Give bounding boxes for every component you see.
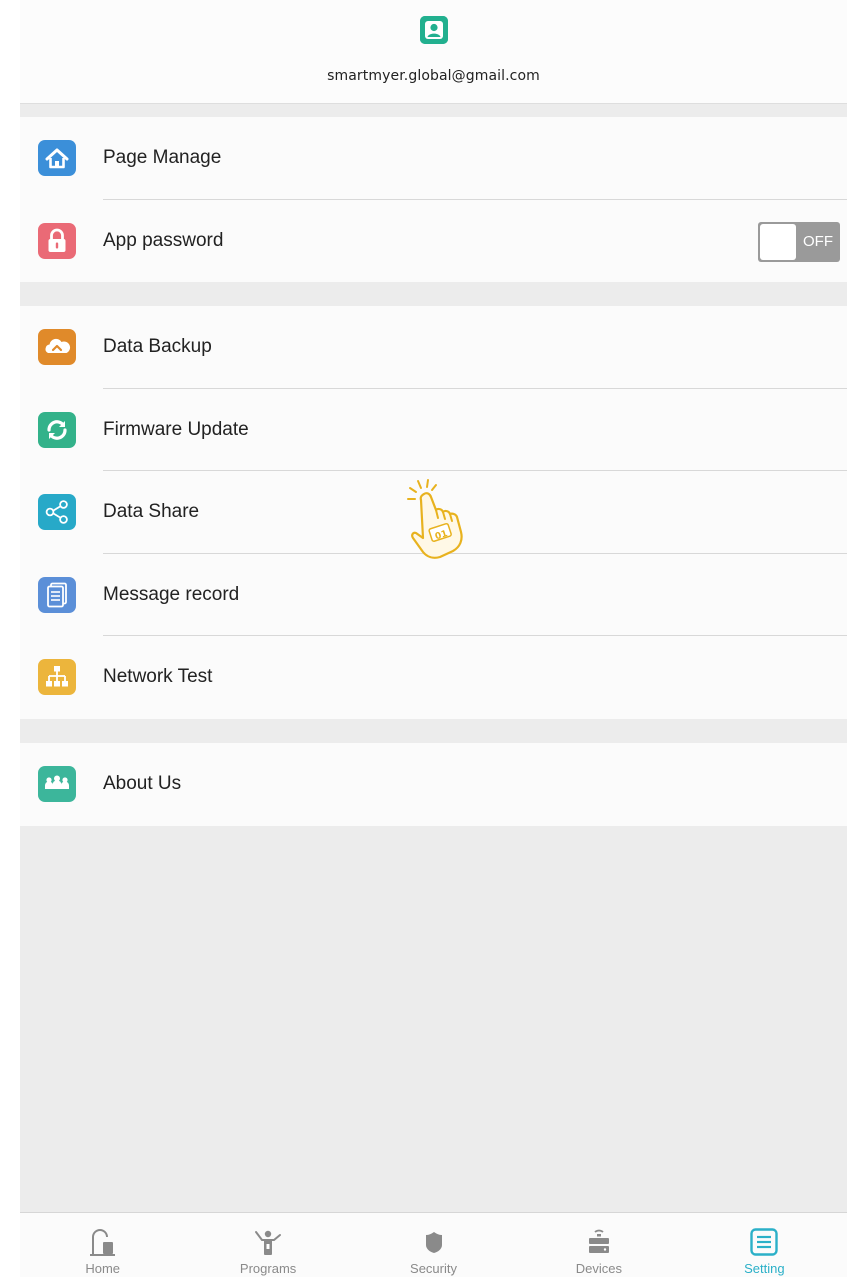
menu-item-firmware-update[interactable]: Firmware Update <box>20 389 847 471</box>
menu-item-about-us[interactable]: About Us <box>20 743 847 826</box>
menu-item-page-manage[interactable]: Page Manage <box>20 117 847 200</box>
nav-tab-programs[interactable]: Programs <box>185 1213 350 1277</box>
menu-item-label: Message record <box>103 583 240 605</box>
app-password-toggle[interactable]: OFF <box>758 221 840 262</box>
home-icon <box>38 140 76 176</box>
cloud-backup-icon <box>38 329 76 365</box>
bottom-nav: Home Programs Security Devices Setting <box>20 1212 847 1277</box>
security-shield-icon <box>419 1227 449 1257</box>
document-icon <box>38 576 76 613</box>
menu-item-network-test[interactable]: Network Test <box>20 636 847 719</box>
user-avatar-icon[interactable] <box>420 16 448 44</box>
menu-item-label: Data Backup <box>103 336 212 357</box>
nav-tab-home[interactable]: Home <box>20 1213 185 1277</box>
devices-icon <box>584 1227 614 1257</box>
refresh-icon <box>38 411 76 448</box>
team-icon <box>38 766 76 802</box>
nav-tab-setting[interactable]: Setting <box>682 1213 847 1277</box>
toggle-state-label: OFF <box>803 232 833 250</box>
nav-label: Programs <box>239 1261 297 1276</box>
settings-group-general: Page Manage App password OFF <box>20 117 847 282</box>
menu-item-label: About Us <box>103 773 182 794</box>
account-header: smartmyer.global@gmail.com <box>20 0 847 104</box>
home-nav-icon <box>88 1227 118 1257</box>
lock-icon <box>38 222 76 259</box>
setting-icon <box>749 1227 779 1257</box>
nav-tab-devices[interactable]: Devices <box>516 1213 681 1277</box>
nav-label: Security <box>410 1261 457 1276</box>
menu-item-label: App password <box>103 229 224 251</box>
nav-label: Setting <box>744 1261 785 1276</box>
network-icon <box>38 659 76 695</box>
menu-item-label: Data Share <box>103 501 200 522</box>
menu-item-label: Firmware Update <box>103 418 249 440</box>
account-email: smartmyer.global@gmail.com <box>327 68 540 84</box>
settings-screen: smartmyer.global@gmail.com Page Manage A… <box>20 0 847 1277</box>
programs-icon <box>253 1227 283 1257</box>
nav-tab-security[interactable]: Security <box>351 1213 516 1277</box>
nav-label: Devices <box>575 1261 623 1276</box>
tap-pointer-icon: 01 <box>380 478 480 560</box>
menu-item-label: Page Manage <box>103 147 222 168</box>
menu-item-message-record[interactable]: Message record <box>20 554 847 636</box>
nav-label: Home <box>85 1261 121 1276</box>
menu-item-label: Network Test <box>103 666 213 687</box>
toggle-knob <box>760 223 796 260</box>
settings-group-about: About Us <box>20 743 847 826</box>
menu-item-app-password[interactable]: App password OFF <box>20 200 847 283</box>
menu-item-data-backup[interactable]: Data Backup <box>20 306 847 389</box>
share-icon <box>38 494 76 530</box>
